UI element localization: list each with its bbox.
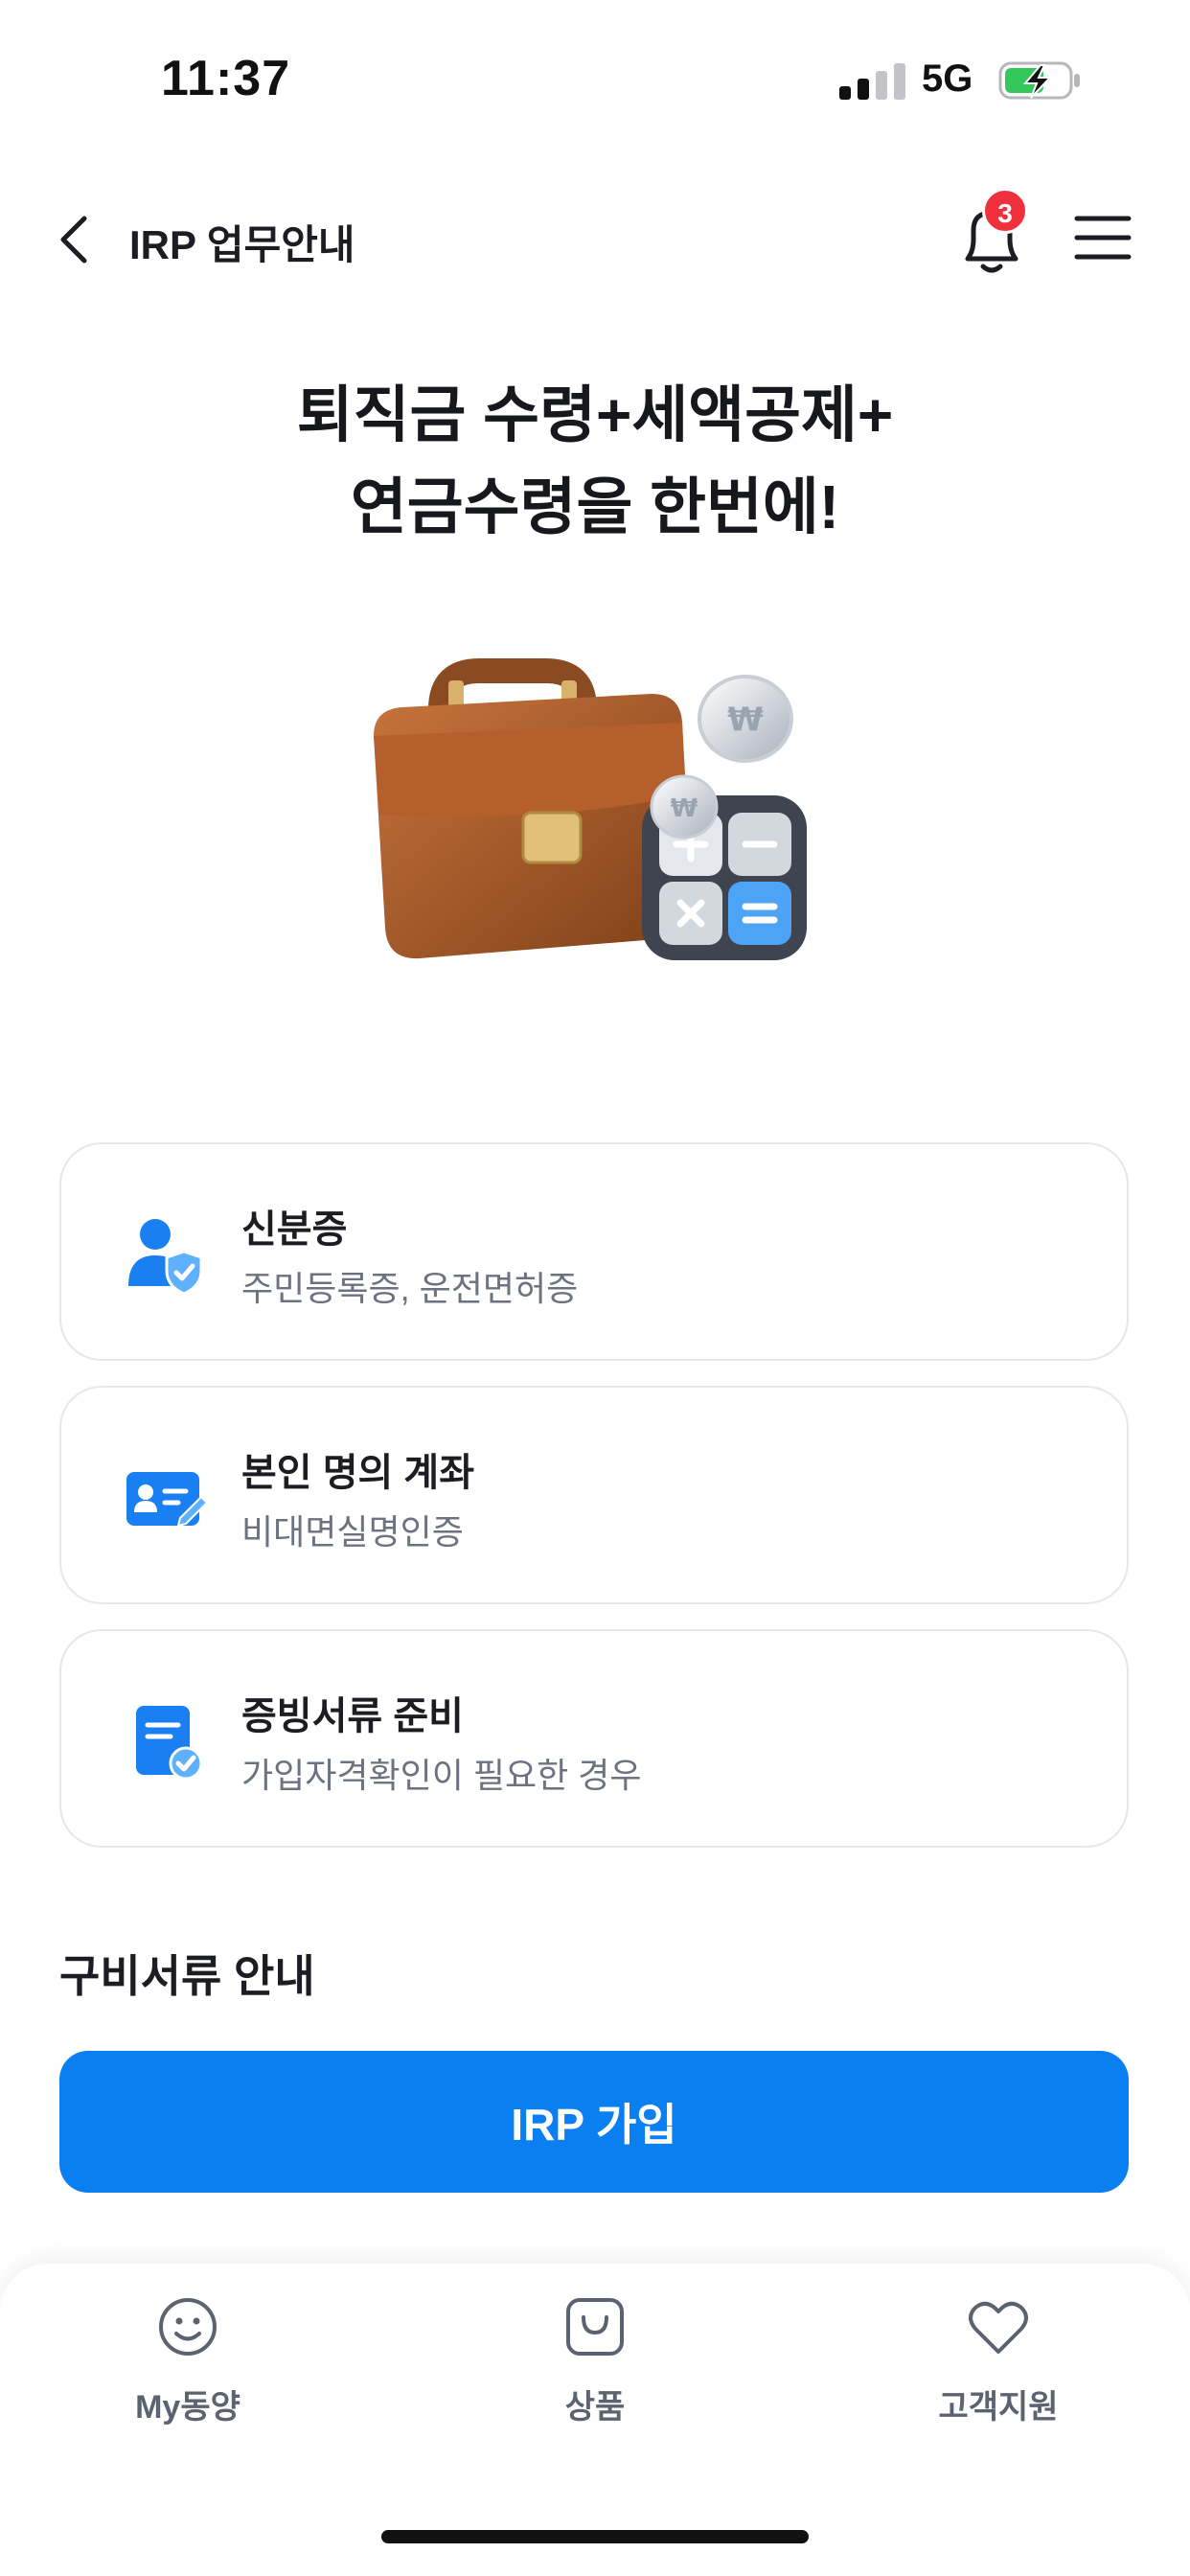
notification-badge: 3 bbox=[982, 188, 1028, 234]
svg-text:₩: ₩ bbox=[727, 701, 764, 739]
home-indicator bbox=[381, 2530, 809, 2543]
page-title: IRP 업무안내 bbox=[129, 222, 355, 267]
battery-charging-icon bbox=[998, 61, 1080, 100]
document-check-icon bbox=[136, 1706, 203, 1781]
headline: 퇴직금 수령+세액공제+ 연금수령을 한번에! bbox=[0, 369, 1190, 553]
menu-icon bbox=[1074, 216, 1132, 260]
nav-item-my[interactable]: My동양 bbox=[92, 2292, 284, 2436]
nav-item-support[interactable]: 고객지원 bbox=[903, 2292, 1094, 2436]
nav-label: 상품 bbox=[564, 2389, 626, 2426]
svg-text:₩: ₩ bbox=[671, 794, 698, 823]
card-documents[interactable]: 증빙서류 준비 가입자격확인이 필요한 경우 bbox=[59, 1629, 1129, 1848]
shopping-bag-icon bbox=[566, 2298, 624, 2356]
heart-icon bbox=[969, 2301, 1028, 2354]
headline-line-2: 연금수령을 한번에! bbox=[350, 472, 840, 541]
nav-label: 고객지원 bbox=[938, 2389, 1059, 2426]
card-account[interactable]: 본인 명의 계좌 비대면실명인증 bbox=[59, 1386, 1129, 1604]
card-title: 신분증 bbox=[241, 1208, 348, 1251]
card-title: 증빙서류 준비 bbox=[241, 1695, 464, 1737]
irp-join-button[interactable]: IRP 가입 bbox=[59, 2051, 1129, 2193]
signal-icon bbox=[839, 63, 906, 100]
menu-button[interactable] bbox=[1071, 207, 1134, 268]
account-card-icon bbox=[126, 1472, 209, 1528]
hero-illustration: ₩ ₩ bbox=[374, 658, 807, 960]
smile-icon bbox=[159, 2298, 217, 2356]
card-subtitle: 주민등록증, 운전면허증 bbox=[241, 1269, 579, 1308]
headline-line-1: 퇴직금 수령+세액공제+ bbox=[296, 380, 894, 449]
card-title: 본인 명의 계좌 bbox=[241, 1452, 475, 1494]
section-title-documents[interactable]: 구비서류 안내 bbox=[59, 1942, 315, 2005]
card-subtitle: 비대면실명인증 bbox=[241, 1512, 464, 1552]
back-icon bbox=[60, 216, 87, 264]
status-time: 11:37 bbox=[161, 51, 291, 106]
status-bar: 11:37 5G bbox=[0, 0, 1190, 163]
nav-label: My동양 bbox=[135, 2389, 240, 2426]
card-subtitle: 가입자격확인이 필요한 경우 bbox=[241, 1756, 642, 1795]
back-button[interactable] bbox=[50, 209, 103, 270]
card-id[interactable]: 신분증 주민등록증, 운전면허증 bbox=[59, 1142, 1129, 1361]
id-verified-icon bbox=[128, 1219, 203, 1296]
nav-item-products[interactable]: 상품 bbox=[499, 2292, 691, 2436]
network-type: 5G bbox=[922, 58, 973, 100]
